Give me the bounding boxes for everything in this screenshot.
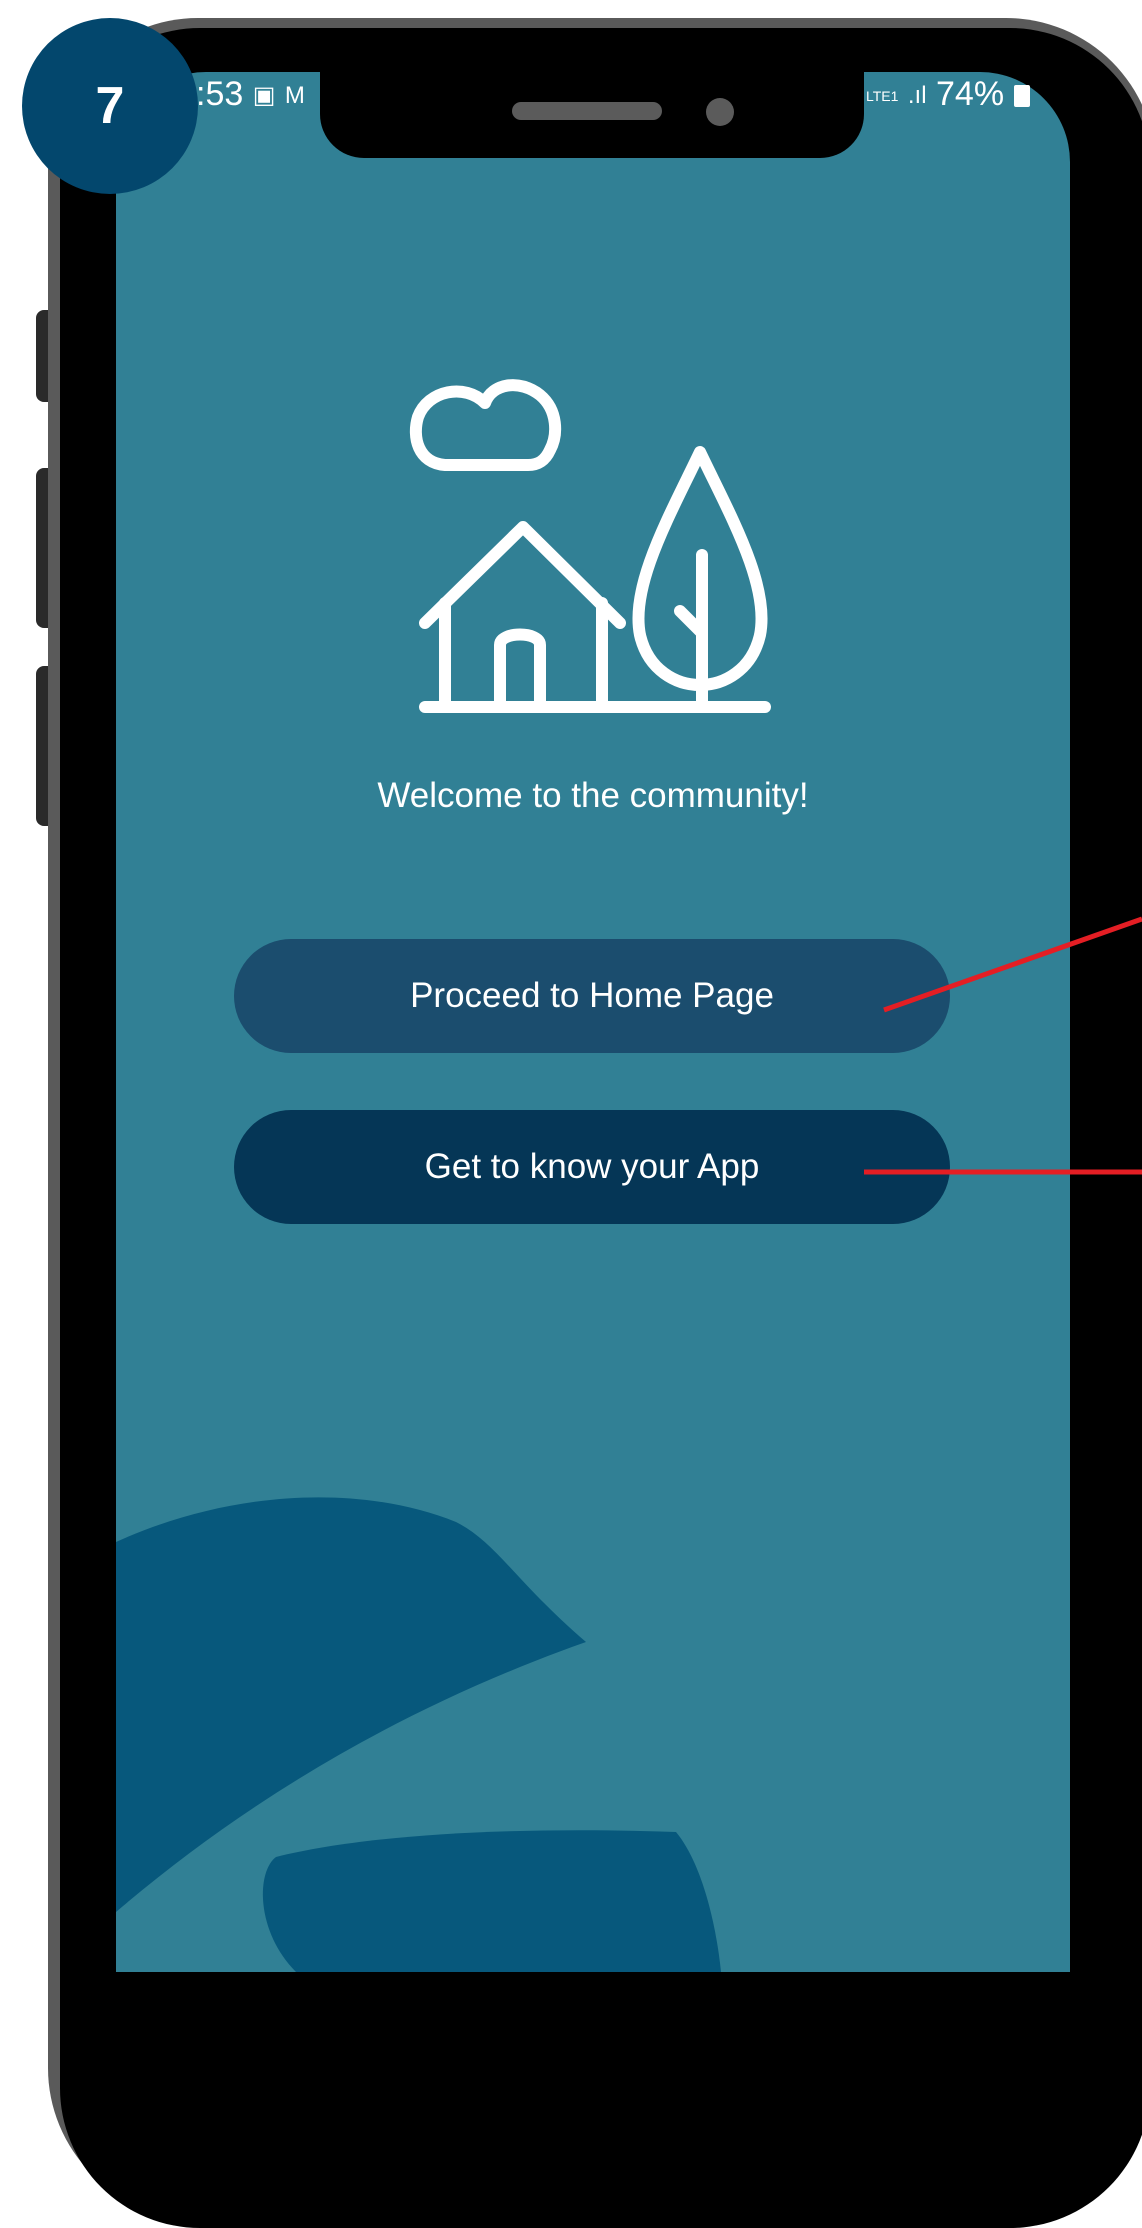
callout-lines (864, 916, 1142, 1175)
callout-line-proceed (883, 916, 1142, 1013)
